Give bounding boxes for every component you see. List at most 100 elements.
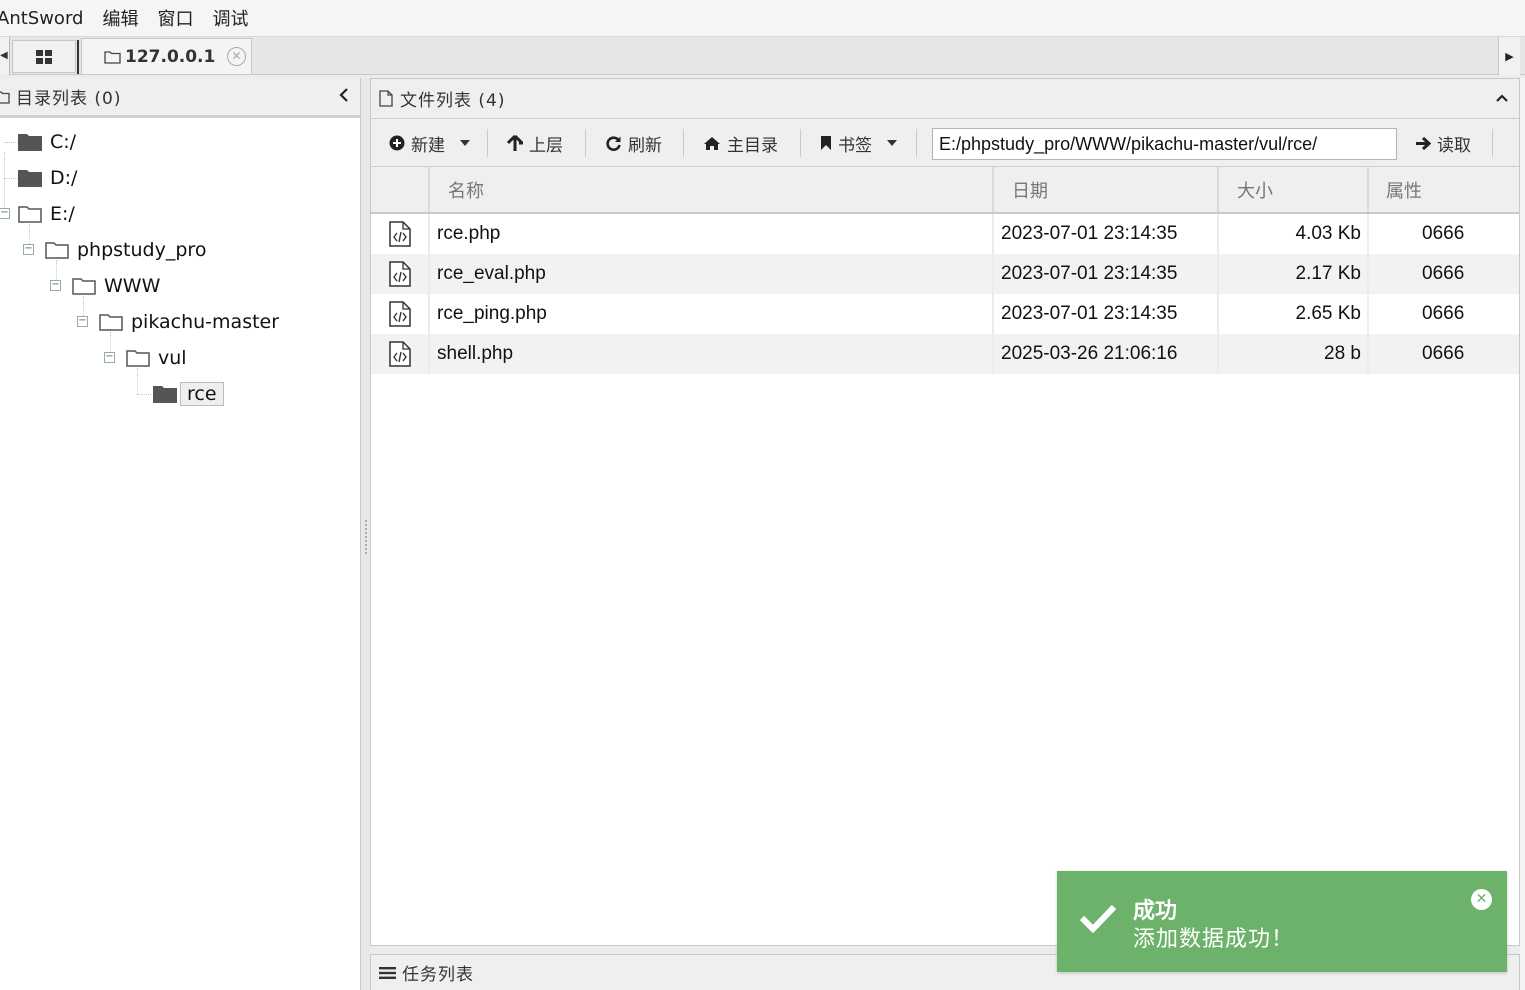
collapse-icon[interactable]: − [23,244,34,255]
toolbar-separator [683,129,684,157]
menu-item-window[interactable]: 窗口 [157,5,193,31]
file-size: 2.65 Kb [1219,294,1369,334]
file-name: shell.php [430,334,994,374]
file-panel-header: 文件列表 (4) [371,79,1519,119]
tree-node-d[interactable]: D:/ [18,162,77,194]
tree-node-vul[interactable]: vul [126,342,187,374]
column-header-size[interactable]: 大小 [1219,167,1369,212]
file-attr: 0666 [1422,223,1465,244]
home-icon [704,136,720,150]
tab-scroll-right-icon[interactable]: ▶ [1498,37,1520,75]
bookmark-button[interactable]: 书签 [820,119,898,167]
table-row[interactable]: rce_eval.php 2023-07-01 23:14:35 2.17 Kb… [371,254,1519,294]
tab-home[interactable] [12,40,76,73]
toast-message: 添加数据成功！ [1133,927,1295,952]
tab-host-label: 127.0.0.1 [125,46,216,67]
tree-node-label: WWW [104,275,161,297]
file-panel-title: 文件列表 (4) [400,91,506,111]
directory-panel: 目录列表 (0) C:/ D:/ − E:/ − phpstudy_pro − … [0,78,361,990]
read-button-label: 读取 [1437,135,1471,156]
file-panel: 文件列表 (4) 新建 上层 刷新 主目录 书签 E:/phpstudy_pro… [370,78,1520,946]
tree-node-label: D:/ [50,167,78,189]
table-row[interactable]: rce.php 2023-07-01 23:14:35 4.03 Kb 0666 [371,214,1519,254]
home-button[interactable]: 主目录 [703,119,778,167]
collapse-icon[interactable]: − [0,208,10,219]
collapse-icon[interactable]: − [104,352,115,363]
new-button[interactable]: 新建 [389,119,471,167]
toolbar-separator [1492,129,1493,157]
folder-open-icon [72,278,96,295]
toast-close-icon[interactable]: ✕ [1471,889,1492,910]
collapse-icon[interactable]: − [50,280,61,291]
file-size: 2.17 Kb [1219,254,1369,294]
folder-solid-icon [18,134,42,151]
tree-node-label: E:/ [50,203,75,225]
toolbar-separator [487,129,488,157]
column-header-icon [371,167,430,212]
tree-node-www[interactable]: WWW [72,270,160,302]
file-attr: 0666 [1422,303,1465,324]
code-file-icon [388,261,411,287]
file-attr: 0666 [1422,343,1465,364]
tree-node-phpstudy-pro[interactable]: phpstudy_pro [45,234,206,266]
chevron-left-icon[interactable] [338,87,350,108]
chevron-up-icon[interactable] [1495,88,1509,107]
caret-down-icon [887,140,897,146]
table-row[interactable]: shell.php 2025-03-26 21:06:16 28 b 0666 [371,334,1519,374]
read-button[interactable]: 读取 [1415,119,1471,167]
tree-node-e[interactable]: E:/ [18,198,75,230]
tab-scroll-left-icon[interactable]: ◀ [0,37,10,75]
column-header-attr[interactable]: 属性 [1369,167,1519,212]
tree-node-rce[interactable]: rce [153,378,224,410]
tree-node-pikachu-master[interactable]: pikachu-master [99,306,279,338]
tree-line [4,142,18,143]
file-grid-header: 名称 日期 大小 属性 [371,167,1519,214]
caret-down-icon [460,140,470,146]
folder-solid-icon [153,386,177,403]
tree-line [137,394,151,395]
file-date: 2023-07-01 23:14:35 [994,214,1219,254]
tree-node-label: pikachu-master [131,311,280,333]
column-header-name[interactable]: 名称 [430,167,994,212]
column-header-date[interactable]: 日期 [994,167,1219,212]
path-input[interactable] [932,128,1397,160]
up-button-label: 上层 [529,135,563,156]
menu-item-antsword[interactable]: AntSword [0,8,83,29]
up-button[interactable]: 上层 [507,119,563,167]
tree-node-c[interactable]: C:/ [18,126,76,158]
table-row[interactable]: rce_ping.php 2023-07-01 23:14:35 2.65 Kb… [371,294,1519,334]
folder-open-icon [18,206,42,223]
code-file-icon [388,301,411,327]
checkmark-icon [1079,904,1117,933]
new-button-label: 新建 [411,135,445,156]
menu-item-debug[interactable]: 调试 [212,5,248,31]
file-date: 2025-03-26 21:06:16 [994,334,1219,374]
tab-close-icon[interactable]: ✕ [227,47,246,66]
file-attr: 0666 [1422,263,1465,284]
grid-icon [36,49,52,64]
folder-icon [104,50,121,64]
bookmark-button-label: 书签 [838,135,872,156]
tree-node-label: C:/ [50,131,77,153]
code-file-icon [388,341,411,367]
file-date: 2023-07-01 23:14:35 [994,294,1219,334]
home-button-label: 主目录 [727,135,778,156]
file-toolbar: 新建 上层 刷新 主目录 书签 E:/phpstudy_pro/WWW/pika… [371,119,1519,167]
directory-panel-header: 目录列表 (0) [0,78,360,118]
file-date: 2023-07-01 23:14:35 [994,254,1219,294]
plus-circle-icon [389,135,405,151]
bookmark-icon [821,136,831,150]
toolbar-separator [585,129,586,157]
menu-item-edit[interactable]: 编辑 [102,5,138,31]
splitter-grip[interactable] [365,520,367,554]
tab-divider [77,40,79,74]
tree-line [4,178,18,179]
file-size: 28 b [1219,334,1369,374]
toolbar-separator [916,129,917,157]
tree-node-label: vul [158,347,187,369]
tab-host[interactable]: 127.0.0.1 ✕ [81,38,252,74]
collapse-icon[interactable]: − [77,316,88,327]
file-name: rce_ping.php [430,294,994,334]
refresh-button[interactable]: 刷新 [605,119,662,167]
arrow-up-icon [507,134,523,151]
